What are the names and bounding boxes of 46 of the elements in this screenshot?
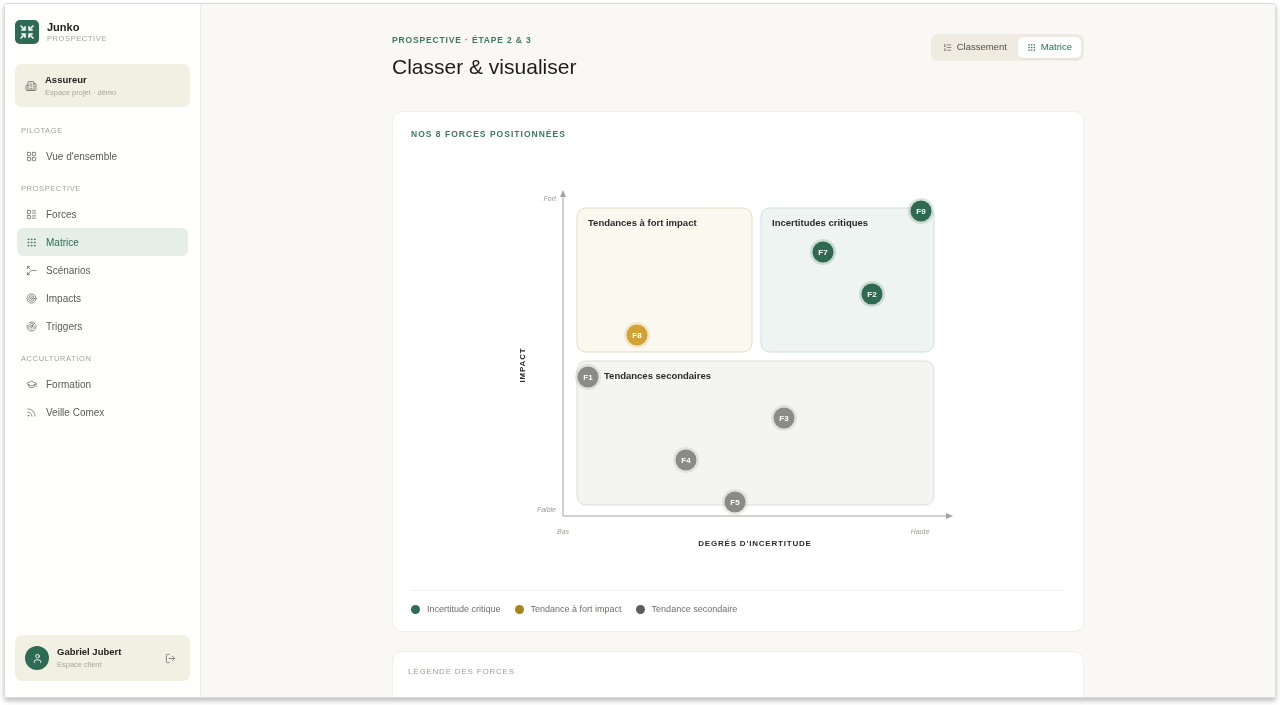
nav-item[interactable]: Vue d'ensemble bbox=[17, 142, 188, 170]
avatar-icon bbox=[25, 646, 49, 670]
axis-title: DEGRÉS D'INCERTITUDE bbox=[698, 539, 812, 548]
graduation-cap-icon bbox=[26, 378, 37, 390]
quadrant-label: Tendances secondaires bbox=[604, 370, 711, 381]
nav-item[interactable]: Matrice bbox=[17, 228, 188, 256]
radar-icon bbox=[26, 320, 37, 332]
force-marker[interactable]: F5 bbox=[722, 489, 748, 515]
quadrant-label: Incertitudes critiques bbox=[772, 217, 869, 228]
axis-title: IMPACT bbox=[518, 347, 527, 383]
nav-item[interactable]: Triggers bbox=[17, 312, 188, 340]
target-icon bbox=[26, 292, 37, 304]
quadrant-label: Tendances à fort impact bbox=[588, 217, 697, 228]
force-marker[interactable]: F3 bbox=[771, 405, 797, 431]
force-marker[interactable]: F4 bbox=[673, 447, 699, 473]
dots-grid-icon bbox=[1026, 43, 1036, 52]
breadcrumb: PROSPECTIVE · ÉTAPE 2 & 3 bbox=[392, 34, 533, 46]
nav-item[interactable]: Formation bbox=[17, 370, 188, 398]
card-title: NOS 8 FORCES POSITIONNÉES bbox=[411, 128, 567, 140]
legend-label: Incertitude critique bbox=[427, 603, 501, 615]
nav-item[interactable]: Impacts bbox=[17, 284, 188, 312]
grid-icon bbox=[26, 150, 37, 162]
force-marker[interactable]: F1 bbox=[575, 364, 601, 390]
project-name: Assureur bbox=[45, 73, 88, 86]
nav-item[interactable]: Veille Comex bbox=[17, 398, 188, 426]
logout-icon[interactable] bbox=[165, 652, 176, 664]
split-arrow-icon bbox=[26, 264, 37, 276]
building-icon bbox=[25, 79, 37, 92]
user-name: Gabriel Jubert bbox=[57, 646, 122, 658]
logo-icon bbox=[15, 20, 39, 44]
legend-label: Tendance secondaire bbox=[651, 603, 738, 615]
legend-label: Tendance à fort impact bbox=[530, 603, 622, 615]
dots-grid-icon bbox=[26, 236, 37, 248]
brand-name: Junko bbox=[47, 20, 81, 34]
page-title: Classer & visualiser bbox=[392, 54, 577, 80]
nav-item[interactable]: Forces bbox=[17, 200, 188, 228]
numbered-list-icon bbox=[942, 43, 952, 52]
list-icon bbox=[26, 208, 37, 220]
view-tab[interactable]: Classement bbox=[933, 37, 1016, 58]
force-marker[interactable]: F7 bbox=[810, 239, 836, 265]
nav-item[interactable]: Scénarios bbox=[17, 256, 188, 284]
force-marker[interactable]: F9 bbox=[908, 198, 934, 224]
view-tab[interactable]: Matrice bbox=[1017, 37, 1081, 58]
force-marker[interactable]: F2 bbox=[859, 281, 885, 307]
card-title: LÉGENDE DES FORCES bbox=[408, 666, 516, 678]
feed-icon bbox=[26, 406, 37, 418]
